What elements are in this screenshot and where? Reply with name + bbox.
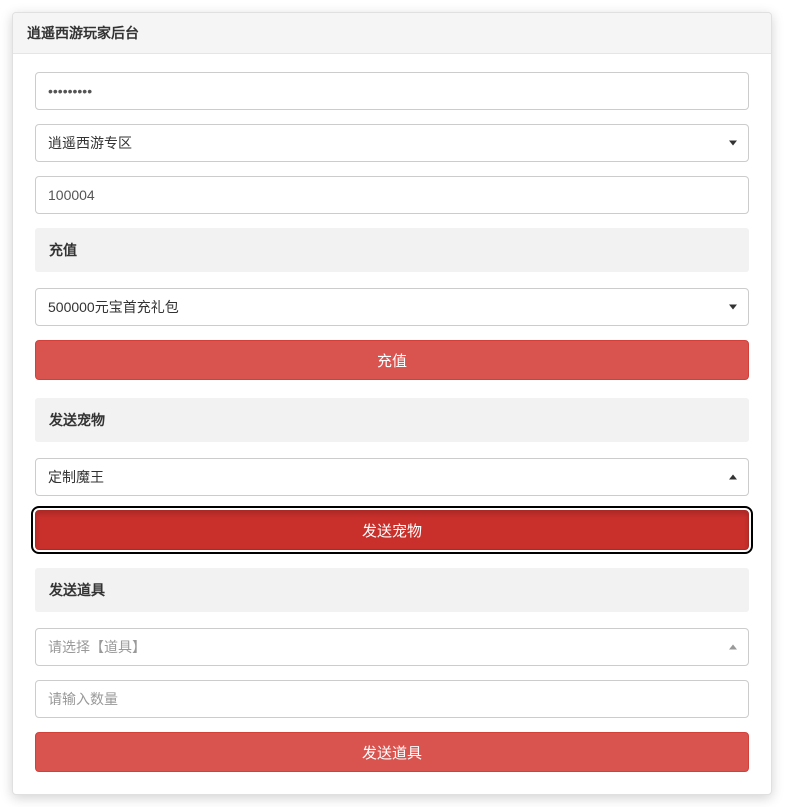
panel-title: 逍遥西游玩家后台 <box>13 13 771 54</box>
player-id-field-wrap <box>35 176 749 214</box>
recharge-button[interactable]: 充值 <box>35 340 749 380</box>
recharge-select-wrap: 500000元宝首充礼包 <box>35 288 749 326</box>
panel-body: 逍遥西游专区 充值 500000元宝首充礼包 充值 发送宠物 <box>13 54 771 794</box>
item-select-wrap: 请选择【道具】 <box>35 628 749 666</box>
pet-select-label: 定制魔王 <box>48 467 104 487</box>
admin-panel: 逍遥西游玩家后台 逍遥西游专区 充值 500000元宝首充礼包 <box>12 12 772 795</box>
send-item-section-header: 发送道具 <box>35 568 749 612</box>
send-item-button[interactable]: 发送道具 <box>35 732 749 772</box>
player-id-input[interactable] <box>35 176 749 214</box>
quantity-input[interactable] <box>35 680 749 718</box>
quantity-field-wrap <box>35 680 749 718</box>
recharge-section-header: 充值 <box>35 228 749 272</box>
pet-select-wrap: 定制魔王 <box>35 458 749 496</box>
zone-select[interactable]: 逍遥西游专区 <box>35 124 749 162</box>
send-pet-button[interactable]: 发送宠物 <box>35 510 749 550</box>
zone-field-wrap: 逍遥西游专区 <box>35 124 749 162</box>
password-field-wrap <box>35 72 749 110</box>
item-select[interactable]: 请选择【道具】 <box>35 628 749 666</box>
password-input[interactable] <box>35 72 749 110</box>
send-pet-section-header: 发送宠物 <box>35 398 749 442</box>
pet-select[interactable]: 定制魔王 <box>35 458 749 496</box>
recharge-package-label: 500000元宝首充礼包 <box>48 297 179 317</box>
item-select-placeholder: 请选择【道具】 <box>48 637 146 657</box>
recharge-package-select[interactable]: 500000元宝首充礼包 <box>35 288 749 326</box>
zone-select-label: 逍遥西游专区 <box>48 133 132 153</box>
